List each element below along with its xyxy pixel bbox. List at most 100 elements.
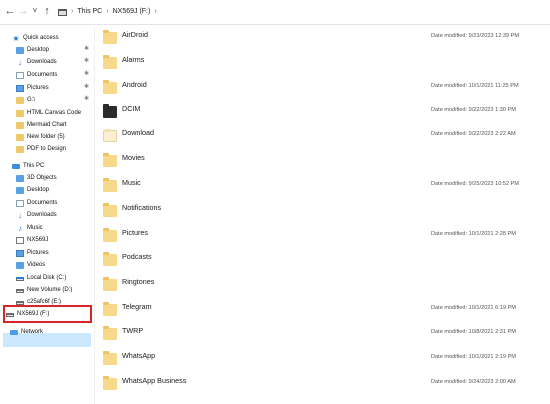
folder-icon <box>103 376 117 390</box>
list-item[interactable]: Podcasts <box>95 252 550 276</box>
date-modified: Date modified: 10/1/2021 6:19 PM <box>431 305 516 311</box>
sidebar-item-label: NX569J <box>27 237 49 243</box>
sidebar-item-music[interactable]: ♪ Music <box>16 222 43 234</box>
file-name: Music <box>122 178 141 187</box>
sidebar-item-pdf-to-design[interactable]: PDF to Design <box>16 143 66 155</box>
sidebar-item-quick-access[interactable]: ★ Quick access <box>12 32 58 44</box>
sidebar-item-desktop-pinned[interactable]: Desktop <box>16 44 49 56</box>
date-modified: Date modified: 10/8/2021 2:31 PM <box>431 329 516 335</box>
sidebar-item-downloads-pinned[interactable]: ↓ Downloads <box>16 56 57 68</box>
list-item[interactable]: Download Date modified: 9/22/2023 2:22 A… <box>95 128 550 152</box>
date-modified: Date modified: 10/1/2021 2:19 PM <box>431 354 516 360</box>
file-name: Notifications <box>122 203 162 212</box>
music-note-icon: ♪ <box>18 223 22 233</box>
sidebar-item-documents-pinned[interactable]: Documents <box>16 69 57 81</box>
date-modified: Date modified: 9/25/2023 10:52 PM <box>431 181 520 187</box>
list-item[interactable]: TWRP Date modified: 10/8/2021 2:31 PM <box>95 326 550 350</box>
list-item[interactable]: Telegram Date modified: 10/1/2021 6:19 P… <box>95 302 550 326</box>
list-item[interactable]: AirDroid Date modified: 9/23/2023 12:39 … <box>95 30 550 54</box>
list-item[interactable]: Notifications <box>95 203 550 227</box>
folder-icon <box>103 153 117 167</box>
file-name: TWRP <box>122 326 144 335</box>
sidebar-item-label: Documents <box>27 200 58 206</box>
breadcrumb-separator: › <box>71 8 74 15</box>
list-item[interactable]: Android Date modified: 10/1/2021 11:25 P… <box>95 80 550 104</box>
breadcrumb-this-pc[interactable]: This PC <box>77 6 102 18</box>
pin-icon: ✱ <box>84 71 90 77</box>
list-item[interactable]: Movies <box>95 153 550 177</box>
breadcrumb-current-drive[interactable]: NX569J (F:) <box>113 6 151 18</box>
forward-arrow-icon[interactable]: → <box>17 4 29 18</box>
sidebar-item-label: This PC <box>23 163 45 169</box>
sidebar-item-downloads[interactable]: ↓ Downloads <box>16 209 57 221</box>
windows-drive-icon <box>16 277 24 281</box>
sidebar-item-pictures-pinned[interactable]: Pictures <box>16 82 49 94</box>
sidebar-item-label: Desktop <box>27 47 50 53</box>
sidebar-item-desktop[interactable]: Desktop <box>16 184 49 196</box>
file-name: Ringtones <box>122 277 155 286</box>
drive-icon <box>58 8 67 16</box>
folder-icon <box>16 133 24 141</box>
file-name: Download <box>122 128 154 137</box>
sidebar-item-videos[interactable]: Videos <box>16 259 45 271</box>
folder-icon <box>16 109 24 117</box>
folder-icon <box>16 96 24 104</box>
sidebar-item-nx569j-device[interactable]: NX569J <box>16 234 48 246</box>
address-bar: ← → ˅ ↑ › This PC › NX569J (F:) › <box>0 0 550 25</box>
recent-locations-chevron-icon[interactable]: ˅ <box>29 4 41 18</box>
folder-icon <box>16 145 24 153</box>
up-arrow-icon[interactable]: ↑ <box>41 4 53 18</box>
document-icon <box>16 71 24 79</box>
list-item[interactable]: Alarms <box>95 55 550 79</box>
sidebar-item-network[interactable]: Network <box>10 326 43 338</box>
sidebar-item-local-disk-c[interactable]: Local Disk (C:) <box>16 272 66 284</box>
3d-objects-icon <box>16 174 24 182</box>
pin-icon: ✱ <box>84 58 90 64</box>
star-icon: ★ <box>12 33 20 43</box>
file-name: Podcasts <box>122 252 152 261</box>
sidebar-item-label: Network <box>21 329 44 335</box>
phone-device-icon <box>16 236 24 244</box>
list-item[interactable]: DCIM Date modified: 9/22/2023 1:30 PM <box>95 104 550 128</box>
folder-icon <box>103 55 117 69</box>
folder-icon <box>103 30 117 44</box>
sidebar-item-mermaid-chart[interactable]: Mermaid Chart <box>16 119 67 131</box>
sidebar-item-label: G:\ <box>27 97 36 103</box>
document-icon <box>16 199 24 207</box>
pictures-icon <box>16 84 24 92</box>
list-item[interactable]: Pictures Date modified: 10/1/2021 2:28 P… <box>95 228 550 252</box>
sidebar-item-3d-objects[interactable]: 3D Objects <box>16 172 57 184</box>
list-item[interactable]: Ringtones <box>95 277 550 301</box>
file-name: DCIM <box>122 104 141 113</box>
download-arrow-icon: ↓ <box>18 57 22 67</box>
sidebar-item-label: Videos <box>27 262 46 268</box>
sidebar-item-html-canvas-code[interactable]: HTML Canvas Code <box>16 107 81 119</box>
sidebar-item-label: PDF to Design <box>27 146 67 152</box>
date-modified: Date modified: 9/24/2023 2:00 AM <box>431 379 516 385</box>
list-item[interactable]: Music Date modified: 9/25/2023 10:52 PM <box>95 178 550 202</box>
sidebar-item-new-folder-5[interactable]: New folder (5) <box>16 131 65 143</box>
sidebar-item-label: Music <box>27 225 43 231</box>
file-name: WhatsApp <box>122 351 156 360</box>
list-item[interactable]: WhatsApp Date modified: 10/1/2021 2:19 P… <box>95 351 550 375</box>
date-modified: Date modified: 9/22/2023 1:30 PM <box>431 107 516 113</box>
pictures-icon <box>16 249 24 257</box>
list-item[interactable]: WhatsApp Business Date modified: 9/24/20… <box>95 376 550 400</box>
file-name: Movies <box>122 153 145 162</box>
sidebar-item-documents[interactable]: Documents <box>16 197 57 209</box>
sidebar-item-new-volume-d[interactable]: New Volume (D:) <box>16 284 72 296</box>
video-icon <box>16 261 24 269</box>
pin-icon: ✱ <box>84 84 90 90</box>
sidebar-item-this-pc[interactable]: This PC <box>12 160 44 172</box>
folder-icon <box>103 129 117 142</box>
back-arrow-icon[interactable]: ← <box>4 4 16 18</box>
file-name: AirDroid <box>122 30 148 39</box>
folder-icon <box>103 104 117 118</box>
file-name: WhatsApp Business <box>122 376 187 385</box>
date-modified: Date modified: 9/22/2023 2:22 AM <box>431 131 516 137</box>
drive-icon <box>16 289 24 293</box>
sidebar-item-g-drive[interactable]: G:\ <box>16 94 35 106</box>
sidebar-item-pictures[interactable]: Pictures <box>16 247 49 259</box>
navigation-pane: ★ Quick access Desktop ✱ ↓ Downloads ✱ D… <box>0 27 95 404</box>
folder-icon <box>16 121 24 129</box>
